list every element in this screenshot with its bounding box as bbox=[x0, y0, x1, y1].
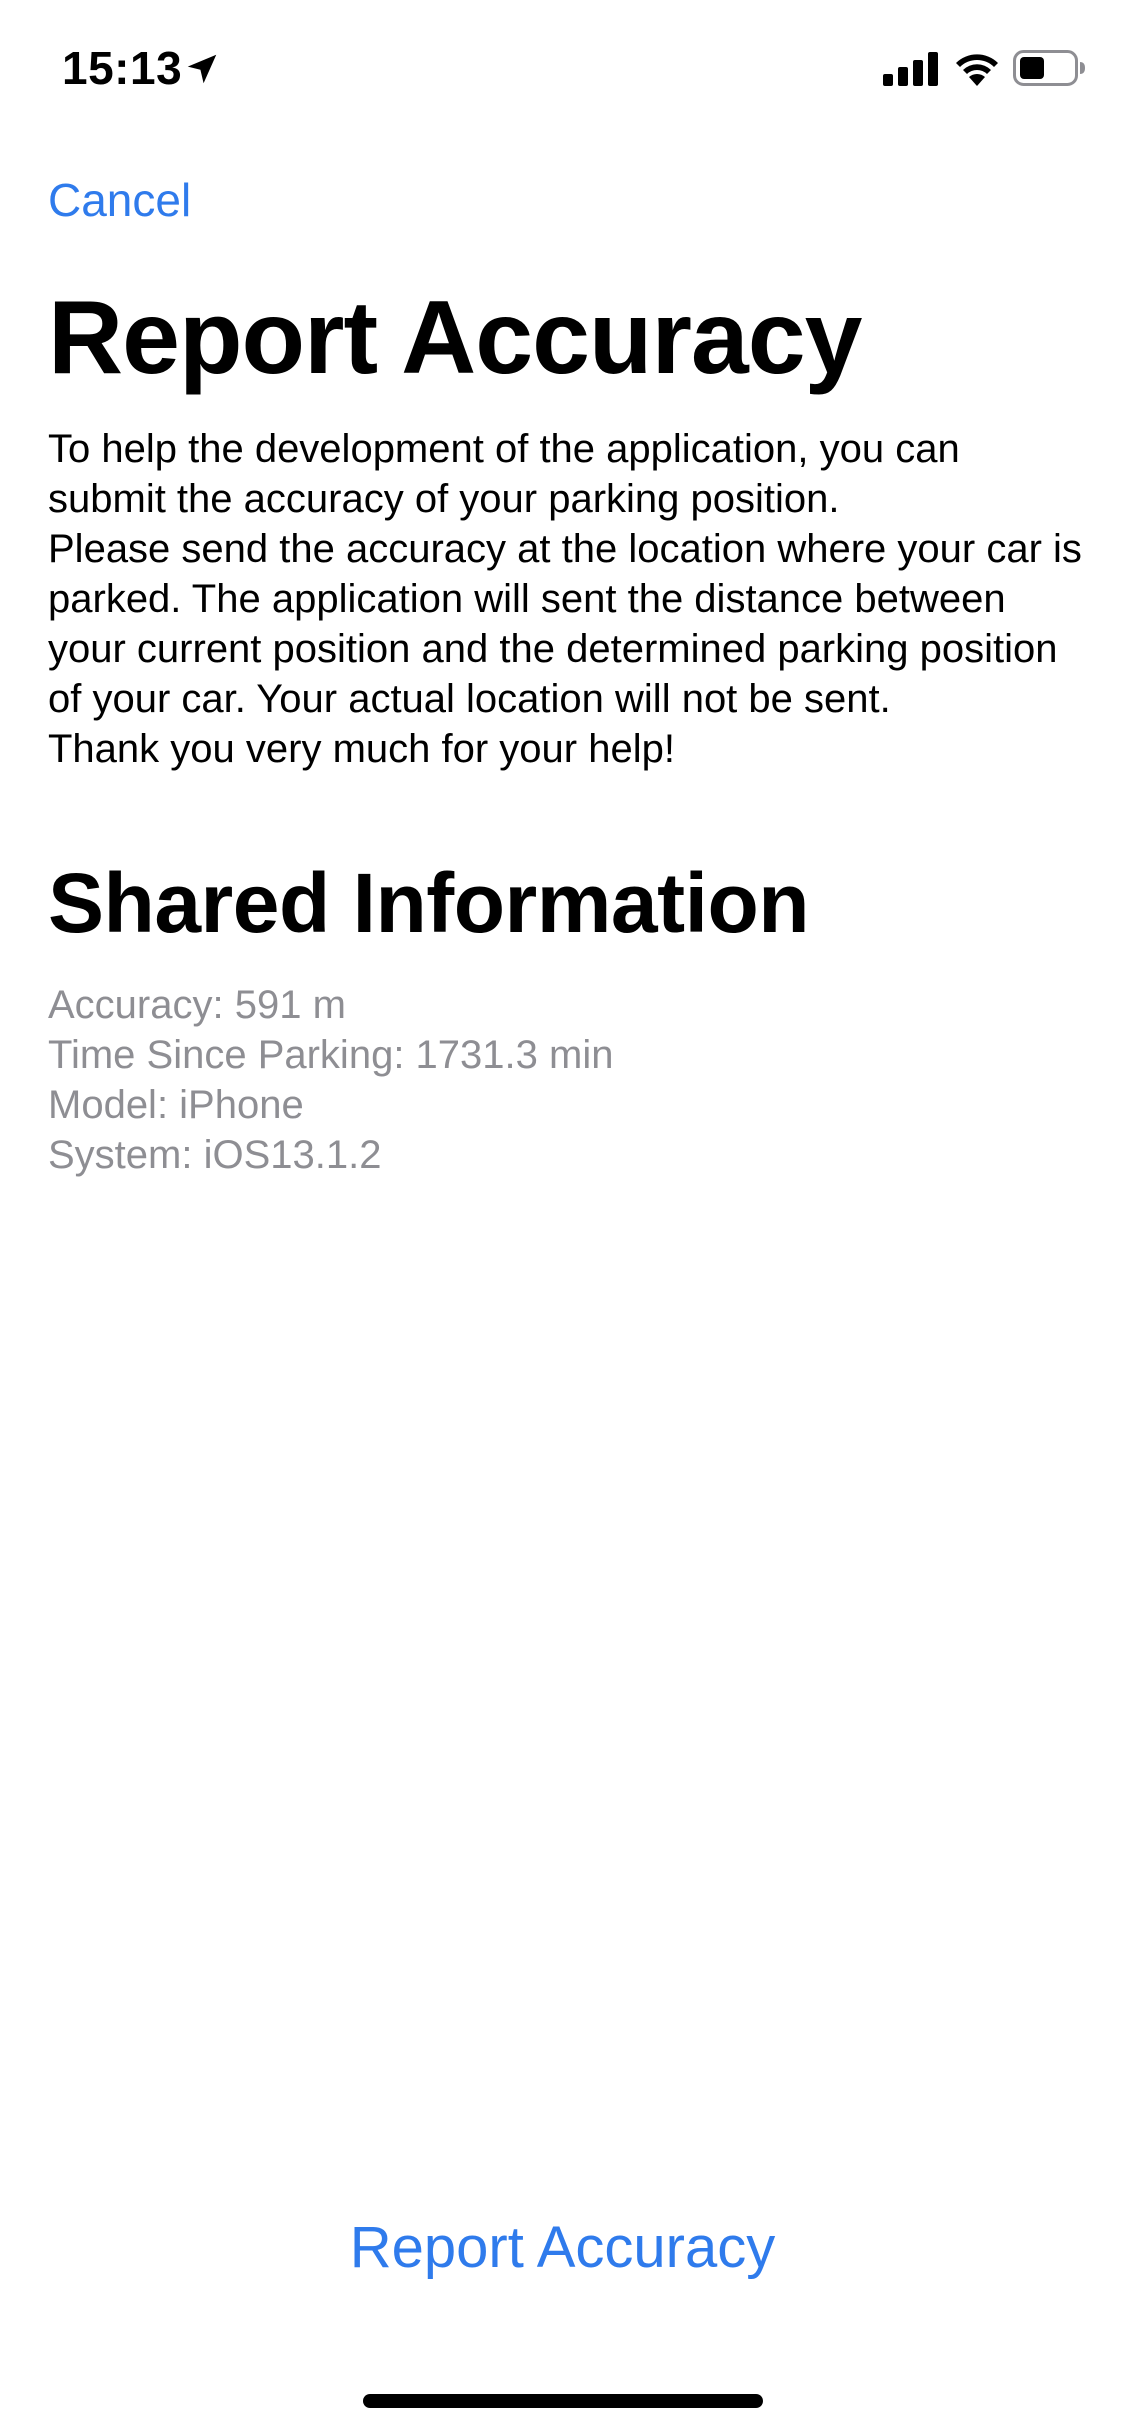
status-bar: 15:13 bbox=[0, 0, 1125, 135]
description-paragraph: Please send the accuracy at the location… bbox=[48, 527, 1082, 721]
info-item-model: Model: iPhone bbox=[48, 1083, 304, 1127]
shared-information-list: Accuracy: 591 m Time Since Parking: 1731… bbox=[48, 980, 613, 1180]
info-item-accuracy: Accuracy: 591 m bbox=[48, 983, 346, 1027]
home-indicator[interactable] bbox=[363, 2394, 763, 2408]
wifi-icon bbox=[956, 54, 998, 86]
description-paragraph: To help the development of the applicati… bbox=[48, 427, 960, 521]
description-text: To help the development of the applicati… bbox=[48, 424, 1088, 774]
cancel-button[interactable]: Cancel bbox=[48, 172, 191, 228]
status-time: 15:13 bbox=[62, 42, 183, 94]
location-arrow-icon bbox=[187, 54, 217, 84]
info-item-time-since-parking: Time Since Parking: 1731.3 min bbox=[48, 1033, 614, 1077]
section-title-shared-information: Shared Information bbox=[48, 856, 810, 950]
battery-icon bbox=[1013, 50, 1085, 86]
info-item-system: System: iOS13.1.2 bbox=[48, 1133, 382, 1177]
report-accuracy-button[interactable]: Report Accuracy bbox=[0, 2213, 1125, 2283]
page-title: Report Accuracy bbox=[48, 280, 862, 396]
cellular-signal-icon bbox=[883, 52, 938, 86]
description-paragraph: Thank you very much for your help! bbox=[48, 727, 675, 771]
